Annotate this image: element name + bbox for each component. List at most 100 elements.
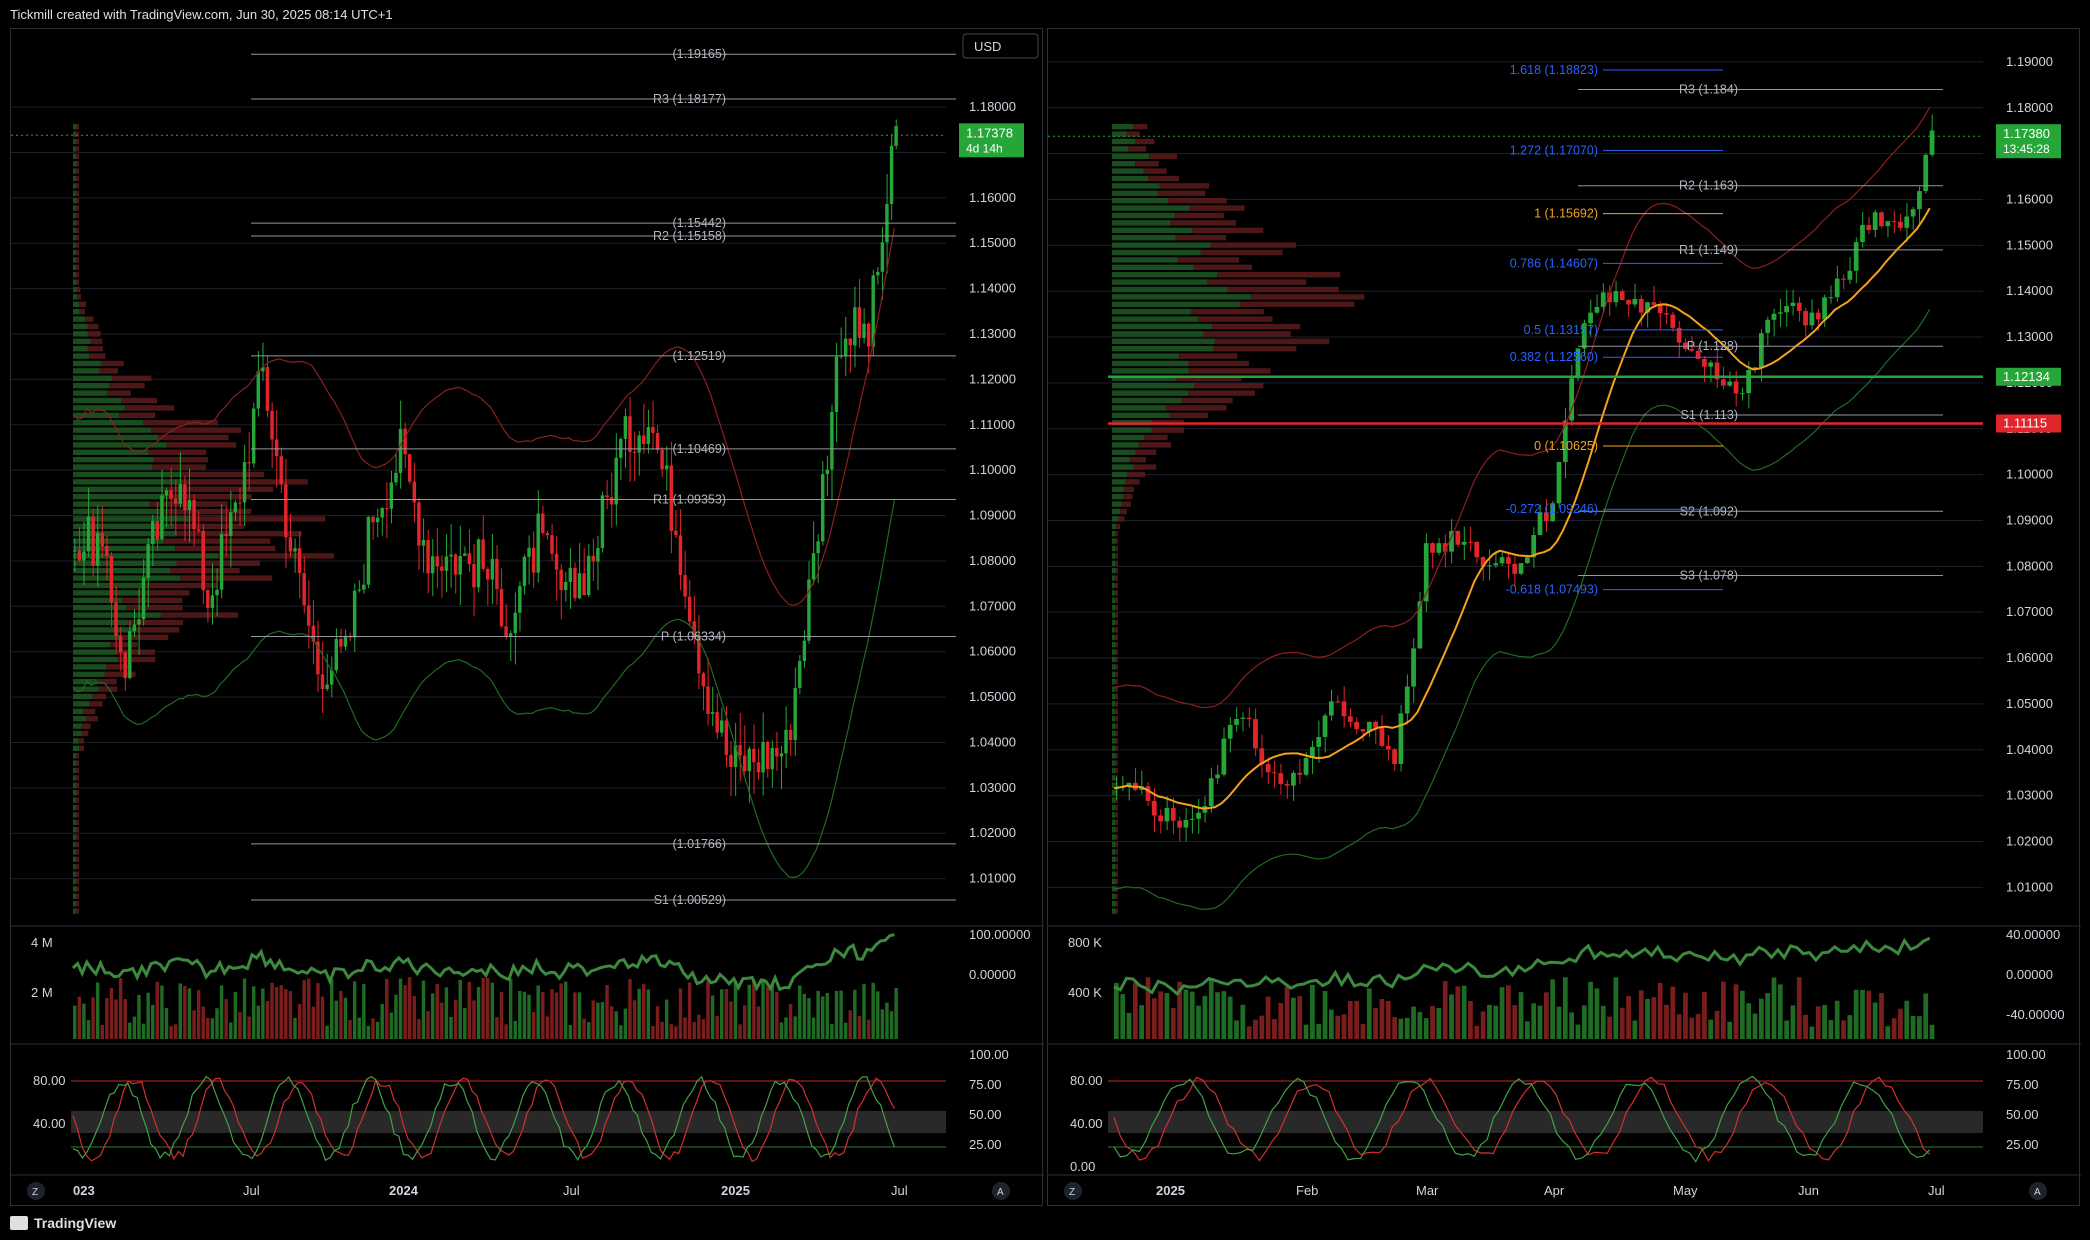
volume-bar (807, 998, 811, 1039)
volume-bar (1132, 982, 1138, 1039)
time-axis-label: Jul (563, 1183, 580, 1198)
volume-bar (508, 978, 513, 1039)
volume-bar (1929, 1024, 1935, 1039)
stochastic-axis-tick: 25.00 (969, 1137, 1002, 1152)
candle-body (1322, 715, 1328, 737)
candle-body (518, 586, 522, 613)
candle-body (1360, 729, 1366, 732)
volume-profile-bar (1125, 479, 1140, 485)
candle-body (834, 356, 839, 412)
left-chart-pane[interactable]: 1.180001.170001.160001.150001.140001.130… (10, 28, 1044, 1207)
volume-profile-bar (1112, 901, 1116, 907)
candle-body (720, 720, 724, 733)
right-chart-pane[interactable]: 1.190001.180001.170001.160001.150001.140… (1047, 28, 2081, 1207)
candle-body (178, 484, 182, 504)
volume-bar (775, 991, 779, 1039)
volume-bar (1373, 1008, 1378, 1039)
volume-profile-bar (73, 434, 159, 441)
volume-axis-tick: 2 M (31, 985, 53, 1000)
volume-profile-bar (78, 738, 84, 744)
volume-profile-bar (1112, 864, 1116, 870)
price-axis-tick: 1.01000 (2006, 879, 2053, 894)
volume-bar (1120, 994, 1126, 1039)
volume-bar (880, 1009, 885, 1039)
candle-body (1588, 312, 1593, 324)
candle-body (784, 729, 788, 754)
volume-profile-bar (1112, 457, 1130, 463)
volume-profile-bar (76, 878, 79, 885)
volume-bar (596, 1002, 600, 1039)
volume-bar (756, 1006, 761, 1039)
volume-bar (472, 1000, 476, 1039)
right-chart-canvas[interactable]: 1.190001.180001.170001.160001.150001.140… (1048, 29, 2081, 1207)
volume-bar (729, 1001, 733, 1039)
volume-profile-bar (73, 649, 116, 655)
candle-body (1619, 291, 1625, 301)
volume-bar (1739, 990, 1745, 1039)
candle-body (761, 741, 765, 773)
volume-profile-bar (1175, 235, 1227, 241)
volume-profile-bar (73, 383, 110, 389)
volume-bar (1139, 1005, 1145, 1039)
volume-profile-bar (73, 331, 88, 337)
tradingview-logo-icon (10, 1216, 28, 1230)
time-axis-label: 2025 (1156, 1183, 1185, 1198)
candle-body (1373, 721, 1378, 728)
volume-bar (307, 978, 311, 1039)
volume-profile-bar (1112, 397, 1183, 404)
price-axis-tick: 1.02000 (2006, 833, 2053, 848)
volume-profile-bar (1114, 812, 1118, 818)
stochastic-axis-tick: 25.00 (2006, 1137, 2039, 1152)
volume-bar (591, 1000, 595, 1039)
volume-profile-bar (73, 782, 77, 788)
fibonacci-level-label: 0.382 (1.12560) (1510, 350, 1598, 364)
volume-bar (100, 1025, 104, 1039)
volume-bar (302, 980, 306, 1039)
volume-profile-bar (73, 568, 171, 574)
support-label: 1.12134 (2003, 369, 2050, 384)
volume-bar (1613, 977, 1619, 1039)
candle-body (1392, 749, 1397, 765)
volume-profile-bar (73, 183, 77, 189)
volume-bar (426, 1011, 430, 1039)
candle-body (206, 590, 210, 608)
volume-profile-bar (73, 346, 88, 352)
volume-bar (1594, 988, 1600, 1039)
left-chart-canvas[interactable]: 1.180001.170001.160001.150001.140001.130… (11, 29, 1044, 1207)
pivot-level-label: S2 (1.092) (1680, 504, 1738, 518)
volume-profile-bar (73, 375, 112, 381)
volume-bar (1815, 1006, 1821, 1039)
volume-bar (279, 985, 283, 1039)
tradingview-logo[interactable]: TradingView (10, 1215, 116, 1231)
volume-bar (1828, 1020, 1834, 1039)
volume-profile-bar (1115, 679, 1118, 685)
candle-body (536, 513, 540, 573)
volume-profile-bar (73, 693, 93, 700)
candle-body (756, 762, 761, 773)
volume-bar (495, 1017, 499, 1039)
volume-bar (1114, 982, 1119, 1039)
volume-profile-bar (73, 168, 76, 174)
volume-bar (1733, 984, 1739, 1039)
volume-profile-bar (1112, 597, 1116, 603)
price-axis-tick: 1.12000 (969, 371, 1016, 386)
volume-profile-bar (1123, 494, 1133, 500)
candle-body (1600, 292, 1606, 307)
volume-bar (320, 996, 325, 1039)
volume-profile-bar (176, 560, 261, 566)
volume-bar (371, 1018, 375, 1039)
pivot-level-label: (1.19165) (672, 47, 726, 61)
volume-bar (577, 992, 582, 1039)
candle-body (458, 555, 462, 575)
volume-bar (210, 1018, 215, 1039)
pivot-level-label: S3 (1.078) (1680, 569, 1738, 583)
volume-bar (1404, 1017, 1410, 1039)
volume-bar (1208, 978, 1214, 1039)
candle-body (513, 612, 517, 634)
price-axis-tick: 1.13000 (2006, 329, 2053, 344)
volume-profile-bar (79, 301, 87, 307)
volume-profile-bar (1194, 383, 1264, 389)
volume-profile-bar (1112, 545, 1116, 552)
candle-body (1518, 563, 1524, 574)
volume-bar (1670, 986, 1676, 1039)
